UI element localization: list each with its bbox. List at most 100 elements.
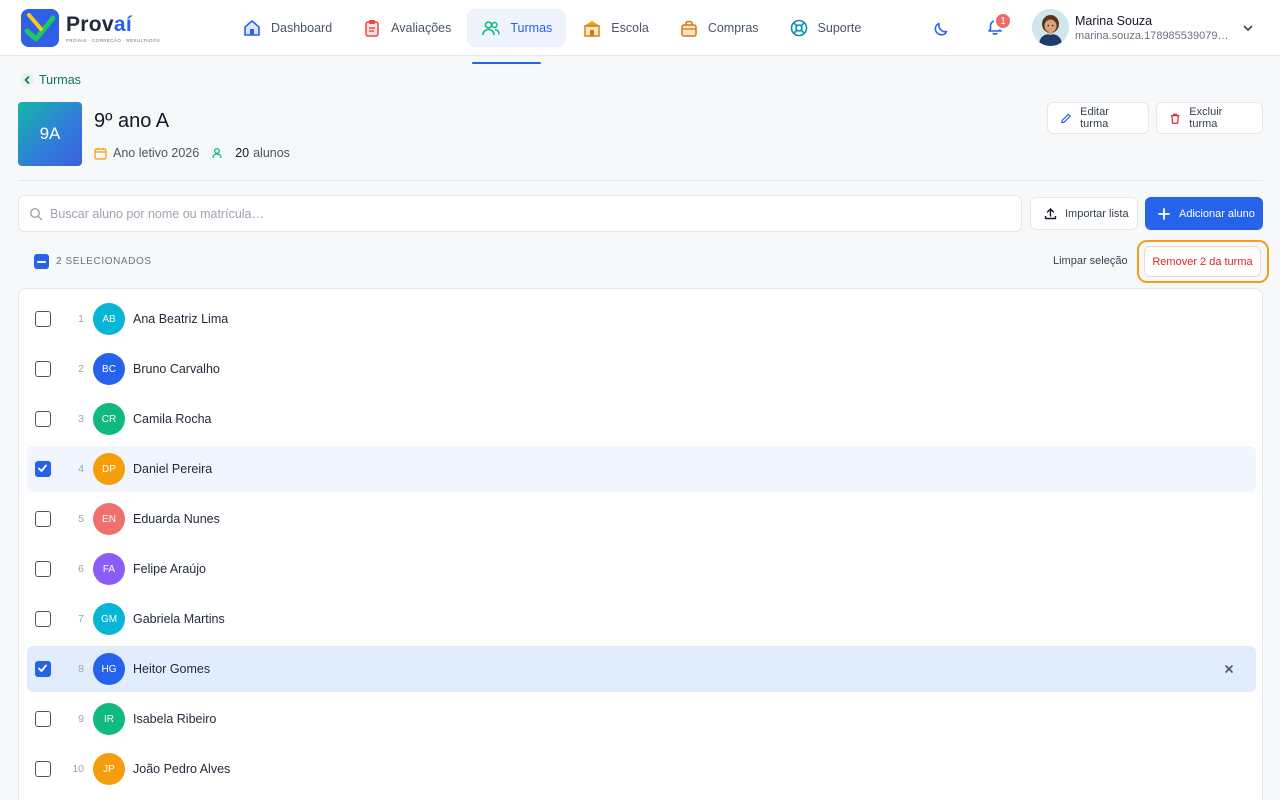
row-checkbox[interactable]: [35, 311, 51, 327]
nav-label: Turmas: [510, 21, 553, 35]
back-to-turmas-link[interactable]: Turmas: [20, 73, 81, 87]
school-year: Ano letivo 2026: [113, 146, 200, 160]
check-icon: [38, 464, 47, 472]
table-row[interactable]: 1 AB Ana Beatriz Lima: [27, 296, 1256, 342]
moon-icon[interactable]: [932, 18, 952, 38]
clear-selection-button[interactable]: Limpar seleção: [1053, 255, 1128, 267]
chevron-left-icon: [20, 73, 34, 87]
nav-compras[interactable]: Compras: [665, 9, 773, 47]
row-number: 10: [72, 763, 84, 775]
trash-icon: [1170, 113, 1180, 124]
row-number: 4: [78, 463, 84, 475]
nav-dashboard[interactable]: Dashboard: [228, 9, 346, 47]
avatar: BC: [93, 353, 125, 385]
user-email: marina.souza.178985539079413@provai.com: [1075, 29, 1233, 42]
table-row[interactable]: 7 GM Gabriela Martins: [27, 596, 1256, 642]
student-count: 20: [235, 146, 250, 160]
lifebuoy-icon: [790, 19, 807, 37]
add-student-button[interactable]: Adicionar aluno: [1145, 197, 1263, 230]
divider: [18, 180, 1263, 181]
delete-class-button[interactable]: Excluir turma: [1156, 102, 1263, 134]
nav-label: Avaliações: [391, 21, 452, 35]
home-icon: [244, 20, 260, 36]
search-icon: [29, 207, 43, 220]
shopping-bag-icon: [681, 20, 697, 37]
row-checkbox[interactable]: [35, 511, 51, 527]
nav-suporte[interactable]: Suporte: [775, 9, 876, 47]
student-name: Camila Rocha: [133, 412, 212, 426]
row-checkbox[interactable]: [35, 561, 51, 577]
search-box: [18, 195, 1022, 232]
row-checkbox[interactable]: [35, 711, 51, 727]
nav-turmas[interactable]: Turmas: [467, 9, 567, 47]
avatar: AB: [93, 303, 125, 335]
nav-avaliacoes[interactable]: Avaliações: [348, 9, 465, 47]
row-number: 5: [78, 513, 84, 525]
row-number: 8: [78, 663, 84, 675]
close-icon[interactable]: [1222, 662, 1236, 676]
import-list-label: Importar lista: [1065, 207, 1129, 220]
clipboard-icon: [365, 20, 379, 37]
school-icon: [584, 21, 601, 37]
app-tagline: PROVAS · CORREÇÃO · RESULTADOS: [66, 37, 161, 43]
remove-from-class-button[interactable]: Remover 2 da turma: [1144, 246, 1261, 277]
table-row[interactable]: 4 DP Daniel Pereira: [27, 446, 1256, 492]
avatar: JP: [93, 753, 125, 785]
main-nav: Dashboard Avaliações Turmas Escola Compr…: [228, 9, 877, 47]
row-checkbox[interactable]: [35, 361, 51, 377]
student-name: Isabela Ribeiro: [133, 712, 217, 726]
table-row[interactable]: 5 EN Eduarda Nunes: [27, 496, 1256, 542]
row-number: 9: [78, 713, 84, 725]
table-row[interactable]: 10 JP João Pedro Alves: [27, 746, 1256, 792]
app-logo[interactable]: Provaí PROVAS · CORREÇÃO · RESULTADOS: [21, 9, 160, 47]
student-name: Gabriela Martins: [133, 612, 225, 626]
table-row[interactable]: 3 CR Camila Rocha: [27, 396, 1256, 442]
avatar: FA: [93, 553, 125, 585]
avatar: EN: [93, 503, 125, 535]
row-number: 6: [78, 563, 84, 575]
upload-icon: [1044, 208, 1057, 220]
page-title: 9º ano A: [94, 110, 170, 132]
import-list-button[interactable]: Importar lista: [1030, 197, 1138, 230]
add-student-label: Adicionar aluno: [1179, 207, 1255, 220]
avatar: DP: [93, 453, 125, 485]
avatar: [1032, 9, 1069, 46]
student-icon: [212, 148, 222, 159]
notification-badge: 1: [994, 12, 1012, 30]
selected-count-label: 2 SELECIONADOS: [56, 256, 152, 267]
row-checkbox[interactable]: [35, 461, 51, 477]
student-name: Felipe Araújo: [133, 562, 206, 576]
class-meta: Ano letivo 2026 20 alunos: [94, 146, 290, 160]
row-checkbox[interactable]: [35, 661, 51, 677]
student-name: Bruno Carvalho: [133, 362, 220, 376]
student-name: Eduarda Nunes: [133, 512, 220, 526]
student-name: Heitor Gomes: [133, 662, 211, 676]
user-name: Marina Souza: [1075, 13, 1153, 28]
table-row[interactable]: 6 FA Felipe Araújo: [27, 546, 1256, 592]
row-number: 2: [78, 363, 84, 375]
row-checkbox[interactable]: [35, 611, 51, 627]
app-name: Provaí: [66, 12, 133, 36]
avatar: GM: [93, 603, 125, 635]
nav-escola[interactable]: Escola: [568, 9, 663, 47]
row-checkbox[interactable]: [35, 411, 51, 427]
table-row[interactable]: 8 HG Heitor Gomes: [27, 646, 1256, 692]
class-badge: 9A: [18, 102, 82, 166]
chevron-down-icon[interactable]: [1242, 22, 1254, 34]
nav-label: Dashboard: [271, 21, 333, 35]
avatar: HG: [93, 653, 125, 685]
row-checkbox[interactable]: [35, 761, 51, 777]
student-list: 1 AB Ana Beatriz Lima 2 BC Bruno Carvalho 3 CR C…: [18, 288, 1263, 800]
check-icon: [38, 664, 47, 672]
table-row[interactable]: 9 IR Isabela Ribeiro: [27, 696, 1256, 742]
edit-class-label: Editar turma: [1080, 106, 1109, 130]
edit-class-button[interactable]: Editar turma: [1047, 102, 1149, 134]
table-row[interactable]: 2 BC Bruno Carvalho: [27, 346, 1256, 392]
logo-mark-icon: [21, 9, 59, 47]
student-name: João Pedro Alves: [133, 762, 231, 776]
search-input[interactable]: [50, 206, 950, 221]
delete-class-label: Excluir turma: [1189, 106, 1223, 130]
active-tab-indicator: [472, 62, 541, 64]
user-menu[interactable]: Marina Souza marina.souza.17898553907941…: [1032, 9, 1235, 46]
select-all-checkbox[interactable]: [34, 254, 49, 269]
